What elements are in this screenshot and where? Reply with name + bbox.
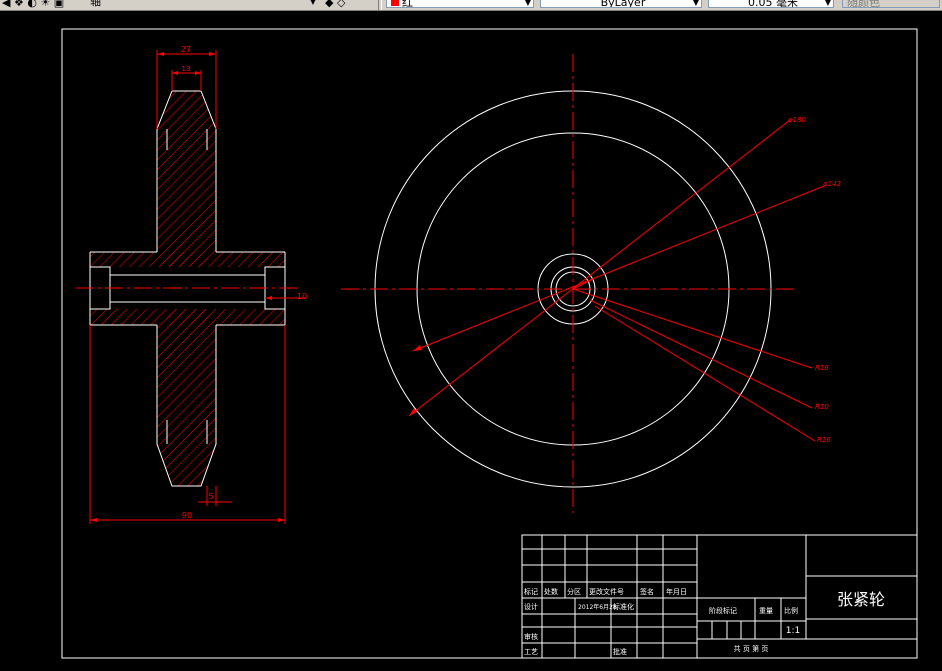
chevron-down-icon[interactable]: ▼ [525,0,531,7]
chevron-down-icon[interactable]: ▼ [310,0,316,8]
tb-label-sheets: 共 页 第 页 [734,644,769,653]
tb-label-date: 年月日 [666,587,687,596]
tb-label-process: 工艺 [524,648,538,656]
dim-27: 27 [181,45,191,54]
dim-r10: R10 [815,403,829,411]
color-swatch-icon [391,0,399,6]
dim-90: 90 [182,511,192,520]
layer-tools-icons[interactable]: ◆ ◇ [325,0,345,10]
tb-label-sign: 签名 [640,587,654,596]
linetype-dropdown[interactable]: ByLayer ▼ [540,0,702,8]
title-block: 标记 处数 分区 更改文件号 签名 年月日 设计 2012年6月28 标准化 阶… [521,534,918,659]
dim-r16a: R16 [815,364,829,372]
tb-label-zone: 分区 [567,587,581,596]
part-name: 张紧轮 [837,590,885,609]
linetype-value: ByLayer [600,0,646,8]
dim-r16b: R16 [817,436,831,444]
plotstyle-value: 随颜色 [847,0,880,8]
tb-label-change-doc: 更改文件号 [589,587,624,596]
tb-label-weight: 重量 [759,607,773,615]
plotstyle-dropdown: 随颜色 [842,0,940,8]
layer-dropdown[interactable]: 轴 ▼ [86,0,318,8]
arrowheads-front [409,345,422,416]
layer-name: 轴 [90,0,101,8]
lineweight-value: 0.05 毫米 [748,0,798,8]
dim-phi142: φ142 [823,180,842,188]
front-leaders [408,119,825,442]
tb-design-date: 2012年6月28 [578,603,617,611]
lineweight-dropdown[interactable]: 0.05 毫米 ▼ [708,0,834,8]
drawing-canvas[interactable]: 27 13 10 5 90 φ180 φ142 R16 R10 R16 标记 处… [0,11,942,667]
dim-13: 13 [182,65,191,73]
dim-5: 5 [208,492,213,501]
tb-label-review: 审核 [524,632,538,641]
color-name: 红 [402,0,413,8]
dim-10: 10 [297,292,307,301]
tb-label-count: 处数 [544,587,558,596]
tb-label-approve: 批准 [613,647,627,656]
section-view: 27 13 10 5 90 [76,45,307,524]
chevron-down-icon[interactable]: ▼ [693,0,699,7]
tb-label-mark: 标记 [524,587,538,596]
toolbar-separator [378,0,382,10]
dim-phi180: φ180 [788,116,807,124]
tb-scale: 1:1 [786,626,800,636]
tb-label-ratio: 比例 [784,606,798,615]
properties-toolbar: ◀ ❖ ◐ ☀ ▣ 轴 ▼ ◆ ◇ 红 ▼ ByLayer ▼ 0.05 毫米 … [0,0,942,11]
color-dropdown[interactable]: 红 ▼ [386,0,534,8]
front-view: φ180 φ142 R16 R10 R16 [341,54,842,513]
layer-state-icons[interactable]: ◀ ❖ ◐ ☀ ▣ [2,0,64,10]
chevron-down-icon[interactable]: ▼ [825,0,831,7]
drawing-svg[interactable]: 27 13 10 5 90 φ180 φ142 R16 R10 R16 标记 处… [0,11,942,667]
tb-label-design: 设计 [524,602,538,611]
tb-label-stage: 阶段标记 [709,606,737,615]
tb-label-standardize: 标准化 [613,602,634,611]
